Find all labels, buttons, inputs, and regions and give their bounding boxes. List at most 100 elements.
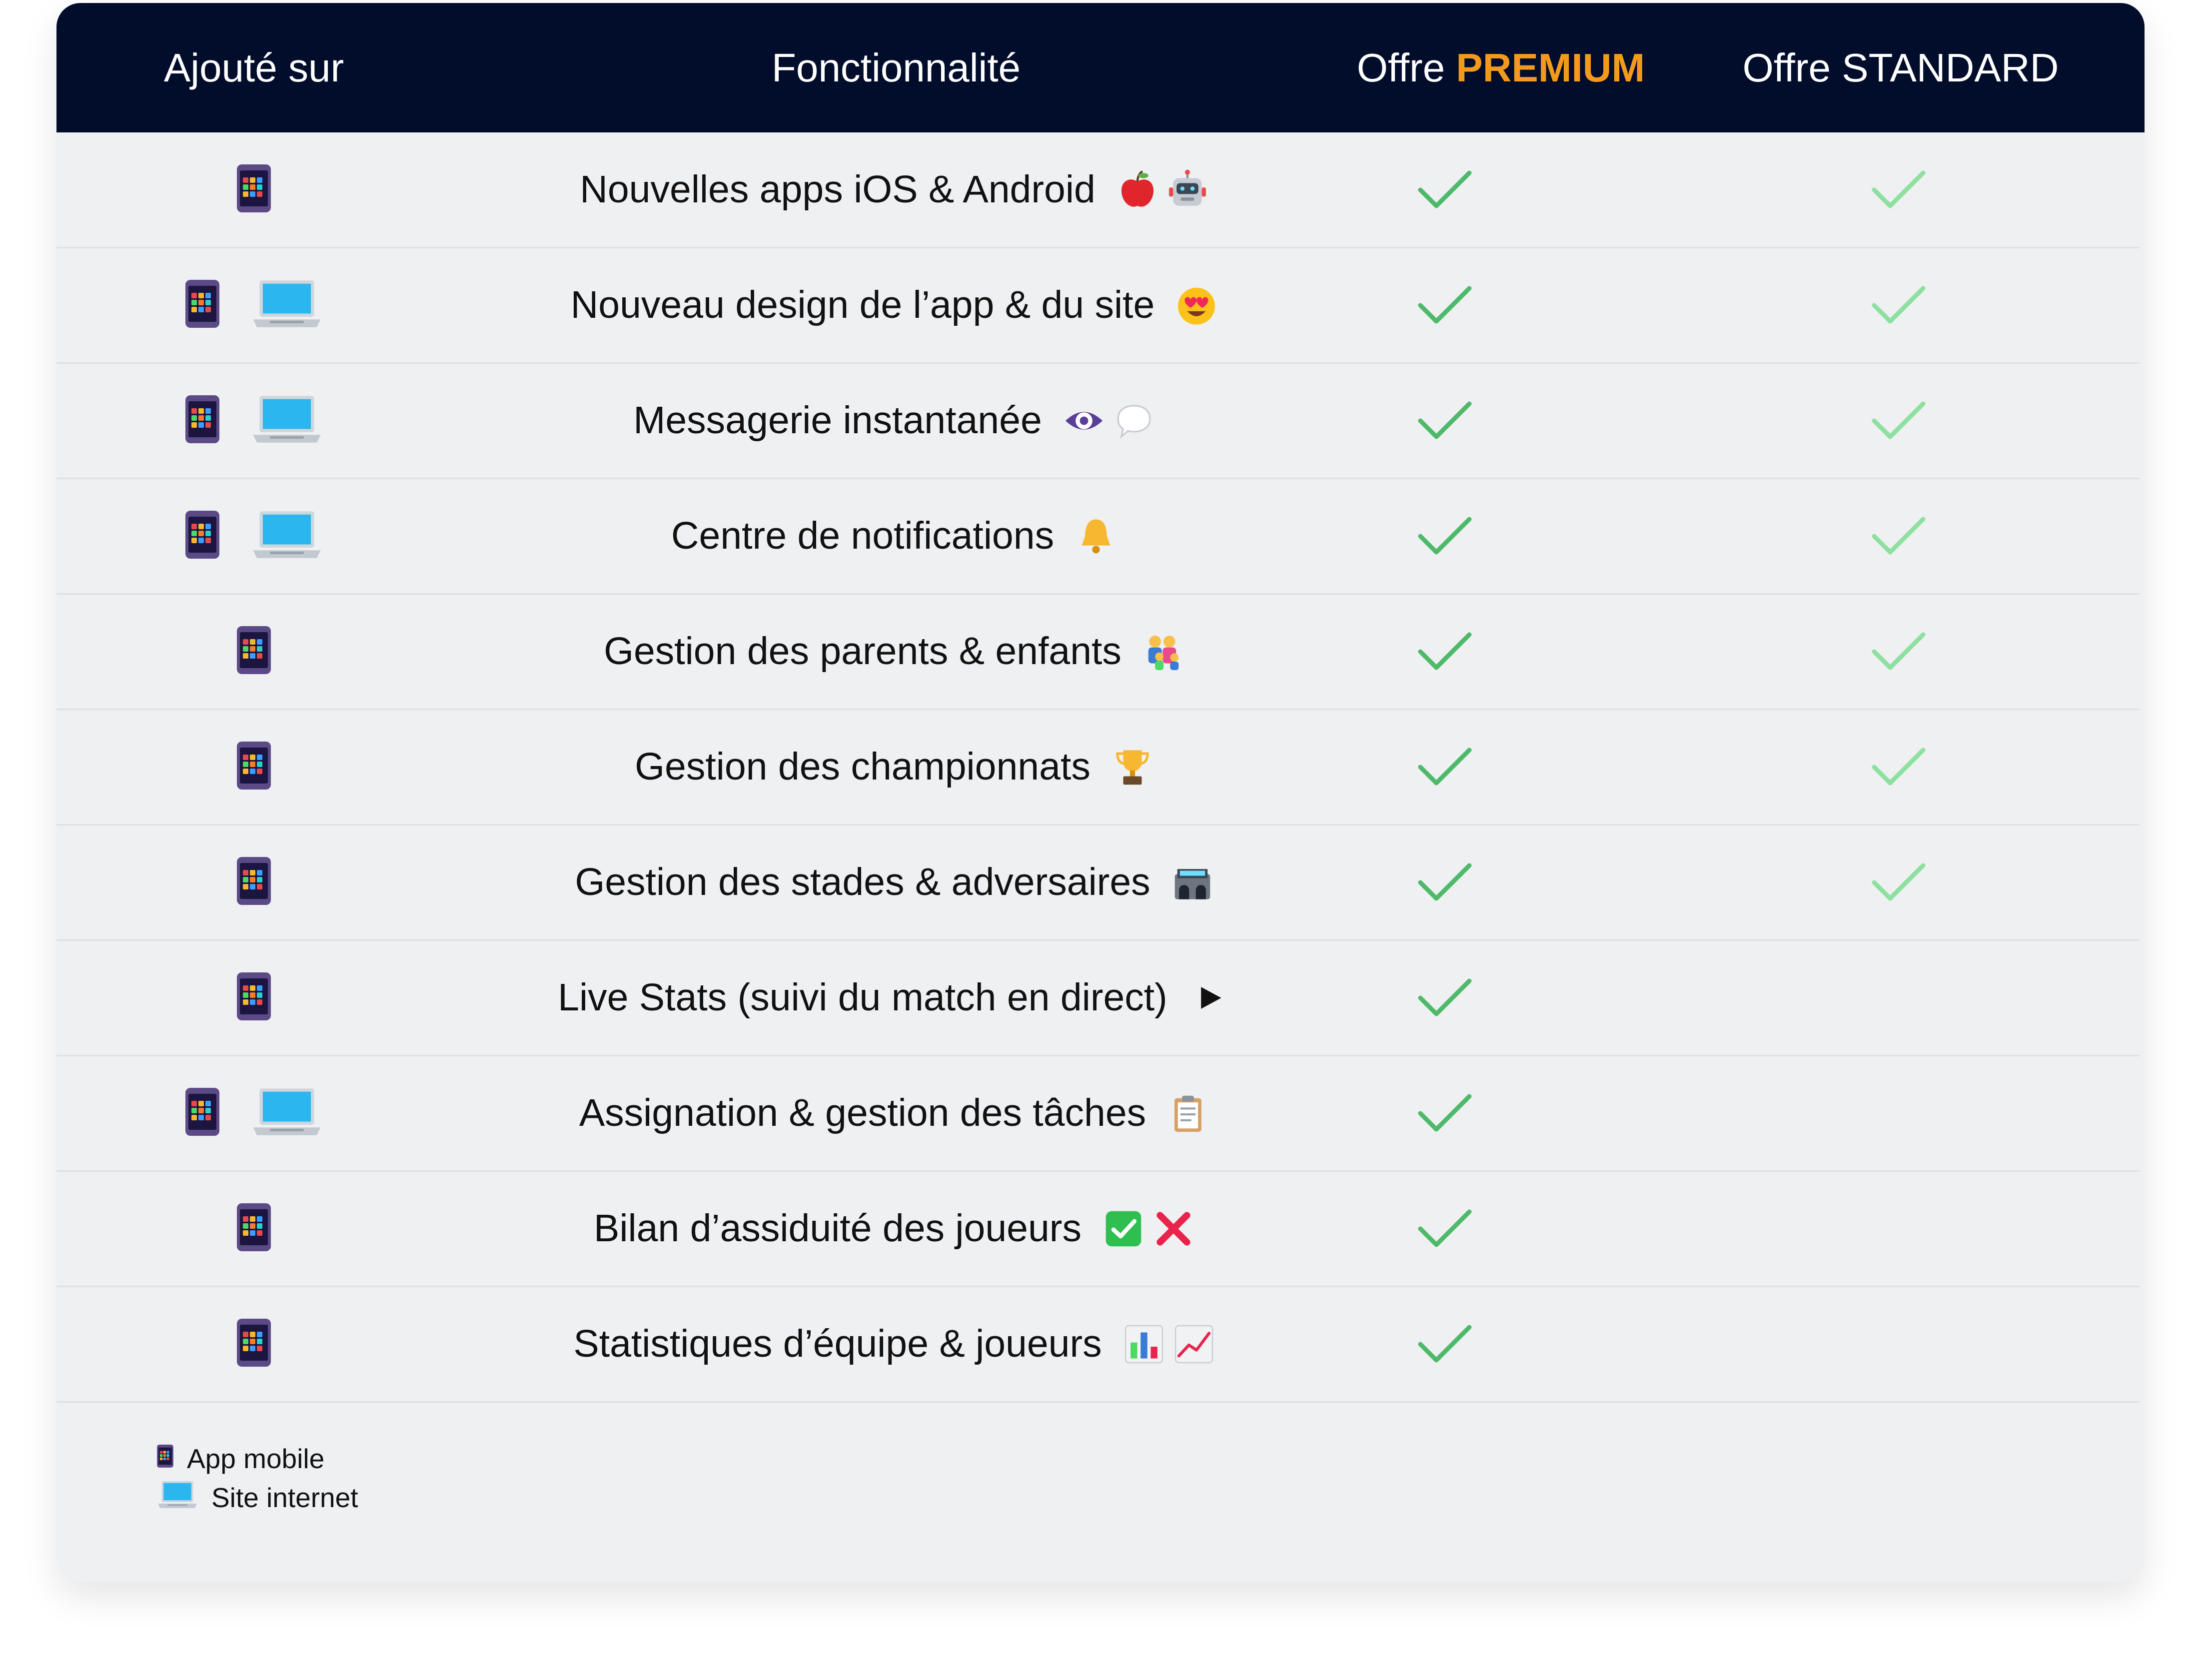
- feature-cell: Centre de notifications: [451, 479, 1341, 593]
- laptop-icon: [250, 1086, 323, 1140]
- platform-cell: [56, 479, 451, 593]
- table-row: Messagerie instantanée: [56, 363, 2140, 479]
- laptop-icon: [250, 509, 323, 563]
- bar-chart-icon: [1123, 1323, 1165, 1365]
- bell-icon: [1075, 515, 1117, 557]
- table-row: Statistiques d’équipe & joueurs: [56, 1287, 2140, 1403]
- platform-cell: [56, 363, 451, 478]
- table-row: Gestion des parents & enfants: [56, 594, 2140, 710]
- platform-cell: [56, 1287, 451, 1401]
- premium-check-icon: [1410, 1287, 1480, 1401]
- table-row: Live Stats (suivi du match en direct): [56, 940, 2140, 1056]
- legend-mobile-label: App mobile: [187, 1443, 325, 1474]
- table-row: Nouvelles apps iOS & Android: [56, 132, 2140, 248]
- premium-check-icon: [1410, 363, 1480, 478]
- play-icon: [1188, 977, 1230, 1019]
- mobile-phone-icon: [184, 279, 220, 331]
- mobile-phone-icon: [236, 1318, 272, 1370]
- speech-bubble-icon: [1113, 400, 1155, 442]
- legend: App mobile Site internet: [156, 1439, 358, 1517]
- premium-check-icon: [1410, 710, 1480, 824]
- mobile-phone-icon: [236, 856, 272, 908]
- legend-web: Site internet: [156, 1478, 358, 1517]
- header-premium: Offre PREMIUM: [1291, 3, 1711, 132]
- feature-label: Nouvelles apps iOS & Android: [580, 168, 1096, 211]
- table-row: Centre de notifications: [56, 479, 2140, 595]
- table-row: Assignation & gestion des tâches: [56, 1056, 2140, 1172]
- feature-cell: Statistiques d’équipe & joueurs: [451, 1287, 1341, 1401]
- mobile-phone-icon: [184, 394, 220, 447]
- platform-cell: [56, 1056, 451, 1170]
- standard-check-icon: [1864, 710, 1934, 824]
- premium-check-icon: [1410, 825, 1480, 939]
- feature-label: Live Stats (suivi du match en direct): [558, 976, 1167, 1019]
- header-standard: Offre STANDARD: [1742, 45, 2059, 90]
- premium-check-icon: [1410, 594, 1480, 709]
- premium-check-icon: [1410, 132, 1480, 247]
- table-row: Nouveau design de l’app & du site: [56, 248, 2140, 364]
- cross-mark-icon: [1152, 1208, 1194, 1250]
- feature-label: Gestion des parents & enfants: [604, 630, 1121, 673]
- platform-cell: [56, 248, 451, 362]
- clipboard-icon: [1167, 1092, 1209, 1134]
- standard-check-icon: [1864, 248, 1934, 362]
- feature-cell: Nouvelles apps iOS & Android: [451, 132, 1341, 247]
- premium-check-icon: [1410, 479, 1480, 593]
- eye-icon: [1063, 400, 1105, 442]
- feature-label: Gestion des stades & adversaires: [575, 860, 1150, 903]
- feature-label: Bilan d’assiduité des joueurs: [594, 1207, 1082, 1250]
- feature-cell: Gestion des parents & enfants: [451, 594, 1341, 709]
- table-row: Bilan d’assiduité des joueurs: [56, 1171, 2140, 1287]
- mobile-phone-icon: [184, 510, 220, 562]
- platform-cell: [56, 594, 451, 709]
- standard-check-icon: [1864, 363, 1934, 478]
- laptop-icon: [156, 1480, 198, 1516]
- feature-label: Nouveau design de l’app & du site: [570, 283, 1155, 326]
- mobile-phone-icon: [236, 1202, 272, 1255]
- mobile-phone-icon: [156, 1443, 174, 1475]
- family-icon: [1142, 631, 1184, 673]
- feature-cell: Bilan d’assiduité des joueurs: [451, 1171, 1341, 1286]
- legend-mobile: App mobile: [156, 1439, 358, 1478]
- header-added-on: Ajouté sur: [163, 45, 344, 90]
- mobile-phone-icon: [236, 741, 272, 793]
- trophy-icon: [1111, 746, 1153, 788]
- premium-check-icon: [1410, 1171, 1480, 1286]
- standard-check-icon: [1864, 825, 1934, 939]
- feature-cell: Live Stats (suivi du match en direct): [451, 940, 1341, 1055]
- platform-cell: [56, 825, 451, 939]
- standard-check-icon: [1864, 594, 1934, 709]
- mobile-phone-icon: [236, 625, 272, 678]
- premium-check-icon: [1410, 248, 1480, 362]
- comparison-card: Ajouté sur Fonctionnalité Offre PREMIUM …: [56, 3, 2145, 1582]
- mobile-phone-icon: [184, 1087, 220, 1139]
- platform-cell: [56, 1171, 451, 1286]
- table-header: Ajouté sur Fonctionnalité Offre PREMIUM …: [56, 3, 2145, 132]
- feature-cell: Gestion des stades & adversaires: [451, 825, 1341, 939]
- laptop-icon: [250, 278, 323, 332]
- premium-check-icon: [1410, 1056, 1480, 1170]
- header-feature: Fonctionnalité: [771, 45, 1021, 90]
- standard-check-icon: [1864, 132, 1934, 247]
- mobile-phone-icon: [236, 163, 272, 216]
- check-box-icon: [1103, 1208, 1144, 1250]
- trend-chart-icon: [1173, 1323, 1215, 1365]
- legend-web-label: Site internet: [211, 1482, 358, 1513]
- mobile-phone-icon: [236, 971, 272, 1024]
- feature-label: Assignation & gestion des tâches: [579, 1091, 1146, 1134]
- header-premium-highlight: PREMIUM: [1456, 45, 1645, 90]
- heart-eyes-icon: [1175, 284, 1217, 326]
- feature-cell: Assignation & gestion des tâches: [451, 1056, 1341, 1170]
- feature-cell: Nouveau design de l’app & du site: [451, 248, 1341, 362]
- feature-cell: Gestion des championnats: [451, 710, 1341, 824]
- feature-label: Statistiques d’équipe & joueurs: [573, 1322, 1102, 1365]
- apple-icon: [1116, 169, 1158, 211]
- laptop-icon: [250, 393, 323, 448]
- table-row: Gestion des stades & adversaires: [56, 825, 2140, 941]
- feature-label: Gestion des championnats: [635, 745, 1091, 788]
- header-premium-prefix: Offre: [1356, 45, 1456, 90]
- stadium-icon: [1171, 861, 1213, 903]
- robot-icon: [1166, 169, 1208, 211]
- premium-check-icon: [1410, 940, 1480, 1055]
- feature-cell: Messagerie instantanée: [451, 363, 1341, 478]
